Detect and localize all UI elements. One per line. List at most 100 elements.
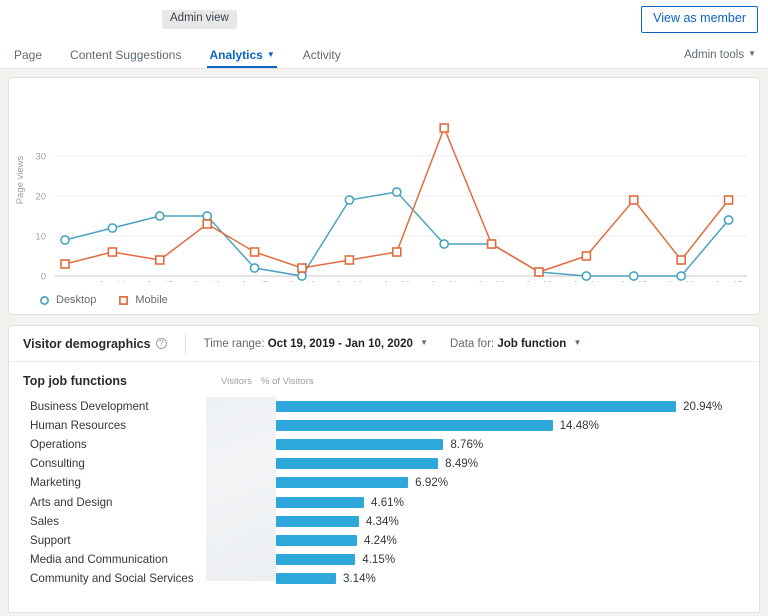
data-point-desktop[interactable] xyxy=(107,223,118,233)
job-function-bar xyxy=(276,534,357,546)
tab-activity[interactable]: Activity xyxy=(289,49,355,68)
tab-content-suggestions[interactable]: Content Suggestions xyxy=(56,49,195,68)
page-views-line-chart: 0102030 Jan 14Jan 15Jan 16Jan 17Jan 18Ja… xyxy=(15,123,747,283)
job-function-percent: 20.94% xyxy=(683,400,723,414)
analytics-page: Admin view View as member Page Content S… xyxy=(0,0,768,616)
y-tick-label: 30 xyxy=(35,152,46,163)
job-function-percent: 4.61% xyxy=(371,495,404,509)
data-point-desktop[interactable] xyxy=(391,187,402,197)
chevron-down-icon: ▼ xyxy=(266,49,275,59)
x-tick-label: Jan 14 xyxy=(99,280,126,282)
demographics-body: Top job functions Visitors % of Visitors… xyxy=(9,362,759,588)
legend-label-mobile: Mobile xyxy=(135,294,168,306)
bar-zone: 4.24% xyxy=(276,533,745,547)
tab-analytics-label: Analytics xyxy=(209,48,263,62)
chart-legend: Desktop Mobile xyxy=(39,294,168,306)
data-point-mobile[interactable] xyxy=(60,259,70,269)
data-point-desktop[interactable] xyxy=(60,235,70,245)
time-range-dropdown[interactable]: Time range: Oct 19, 2019 - Jan 10, 2020 … xyxy=(204,338,428,350)
job-function-bar xyxy=(276,553,356,565)
legend-label-desktop: Desktop xyxy=(56,294,97,306)
data-for-dropdown[interactable]: Data for: Job function ▼ xyxy=(450,338,581,350)
job-function-label: Business Development xyxy=(30,400,149,414)
data-point-mobile[interactable] xyxy=(723,195,734,205)
job-function-percent: 14.48% xyxy=(559,419,599,433)
chevron-down-icon: ▼ xyxy=(420,337,428,347)
bar-zone: 4.15% xyxy=(276,553,745,566)
chevron-down-icon: ▼ xyxy=(748,49,756,59)
data-point-mobile[interactable] xyxy=(202,219,212,229)
data-point-mobile[interactable] xyxy=(107,247,118,257)
header-divider xyxy=(184,333,186,354)
bar-zone: 14.48% xyxy=(276,419,745,433)
job-function-percent: 8.76% xyxy=(450,438,484,452)
job-function-row[interactable]: Operations 8.76% xyxy=(23,435,745,454)
job-function-row[interactable]: Sales 4.34% xyxy=(23,512,745,531)
data-point-desktop[interactable] xyxy=(202,211,213,221)
data-point-mobile[interactable] xyxy=(534,267,544,277)
bar-zone: 4.34% xyxy=(276,515,745,528)
job-function-label: Consulting xyxy=(30,457,85,471)
data-point-mobile[interactable] xyxy=(676,255,686,265)
data-point-mobile[interactable] xyxy=(628,195,639,205)
job-function-label: Support xyxy=(30,533,71,547)
job-function-bar xyxy=(276,401,676,413)
job-function-row[interactable]: Media and Communication 4.15% xyxy=(23,550,745,569)
data-point-desktop[interactable] xyxy=(723,215,734,225)
job-function-bar xyxy=(276,496,365,508)
top-bar: Admin view View as member xyxy=(0,0,768,38)
data-point-desktop[interactable] xyxy=(344,195,355,205)
job-function-row[interactable]: Human Resources 14.48% xyxy=(23,416,745,435)
job-function-bar xyxy=(276,420,553,432)
legend-item-mobile[interactable]: Mobile xyxy=(118,294,168,306)
data-point-mobile[interactable] xyxy=(297,263,307,273)
job-function-row[interactable]: Marketing 6.92% xyxy=(23,473,745,492)
y-tick-label: 0 xyxy=(41,272,46,283)
bar-zone: 3.14% xyxy=(276,572,745,585)
job-function-bar xyxy=(276,515,359,527)
data-point-desktop[interactable] xyxy=(676,271,687,281)
data-point-desktop[interactable] xyxy=(154,211,165,221)
job-function-bar xyxy=(276,439,444,451)
data-point-mobile[interactable] xyxy=(249,247,260,257)
data-point-mobile[interactable] xyxy=(344,255,355,265)
square-marker-icon xyxy=(119,295,129,305)
demographics-title: Visitor demographics ? xyxy=(23,337,167,351)
data-point-mobile[interactable] xyxy=(154,255,165,265)
data-point-mobile[interactable] xyxy=(581,251,592,261)
nav-tab-list: Page Content Suggestions Analytics ▼ Acti… xyxy=(10,49,355,68)
data-point-desktop[interactable] xyxy=(439,239,450,249)
data-for-label: Data for: xyxy=(450,337,495,350)
bar-zone: 20.94% xyxy=(276,400,745,414)
data-point-desktop[interactable] xyxy=(628,271,639,281)
data-point-mobile[interactable] xyxy=(486,239,497,249)
job-function-row[interactable]: Arts and Design 4.61% xyxy=(23,492,745,511)
tab-activity-label: Activity xyxy=(302,48,341,62)
tab-page[interactable]: Page xyxy=(10,49,56,68)
admin-tools-dropdown[interactable]: Admin tools ▼ xyxy=(684,49,756,61)
view-as-member-button[interactable]: View as member xyxy=(641,6,758,33)
x-tick-label: Jan 20 xyxy=(383,280,410,282)
chevron-down-icon: ▼ xyxy=(573,337,582,347)
bar-zone: 4.61% xyxy=(276,495,745,509)
job-function-label: Sales xyxy=(30,514,60,528)
job-function-row[interactable]: Consulting 8.49% xyxy=(23,454,745,473)
job-function-label: Arts and Design xyxy=(30,495,113,509)
data-point-desktop[interactable] xyxy=(249,263,260,273)
data-point-mobile[interactable] xyxy=(439,123,449,133)
help-icon[interactable]: ? xyxy=(155,338,167,349)
job-function-row[interactable]: Community and Social Services 3.14% xyxy=(23,569,745,588)
nav-tabs: Page Content Suggestions Analytics ▼ Acti… xyxy=(0,38,768,69)
data-point-mobile[interactable] xyxy=(391,247,402,257)
x-tick-label: Jan 27 xyxy=(715,280,742,282)
data-point-desktop[interactable] xyxy=(297,271,307,281)
job-function-percent: 4.24% xyxy=(363,533,397,547)
circle-marker-icon xyxy=(40,295,49,305)
legend-item-desktop[interactable]: Desktop xyxy=(39,294,96,306)
chart-series-group xyxy=(60,123,734,281)
job-function-row[interactable]: Support 4.24% xyxy=(23,531,745,550)
y-tick-label: 20 xyxy=(35,192,46,203)
tab-analytics[interactable]: Analytics ▼ xyxy=(195,49,288,68)
data-point-desktop[interactable] xyxy=(581,271,592,281)
job-function-row[interactable]: Business Development 20.94% xyxy=(23,397,745,416)
